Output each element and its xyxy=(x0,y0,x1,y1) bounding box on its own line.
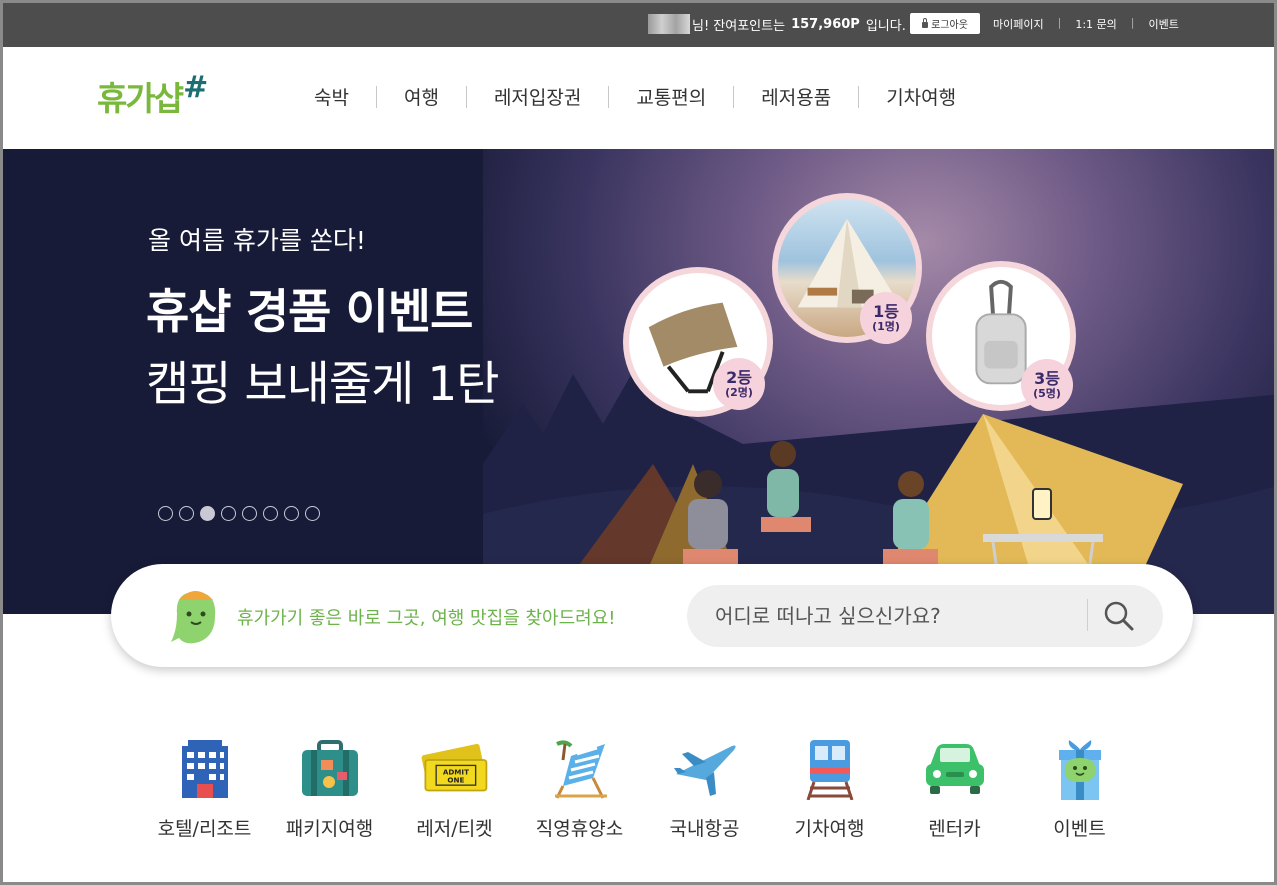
slide-dot[interactable] xyxy=(263,506,278,521)
category-label: 렌터카 xyxy=(928,818,981,840)
gift-icon xyxy=(1058,740,1101,800)
car-icon xyxy=(925,744,984,794)
points-balance: 157,960P xyxy=(791,16,860,32)
slide-dot[interactable] xyxy=(284,506,299,521)
event-link[interactable]: 이벤트 xyxy=(1149,16,1179,32)
category-label: 직영휴양소 xyxy=(535,818,624,840)
user-greeting: 님! 잔여포인트는 157,960P 입니다. xyxy=(648,14,906,34)
svg-text:ONE: ONE xyxy=(447,775,464,784)
prize-1-rank: 1등 xyxy=(873,301,899,321)
inquiry-link[interactable]: 1:1 문의 xyxy=(1075,16,1116,32)
nav-item-transport[interactable]: 교통편의 xyxy=(609,83,733,110)
nav-item-lodging[interactable]: 숙박 xyxy=(287,83,376,110)
link-separator: | xyxy=(1130,16,1135,29)
search-card: 휴가가기 좋은 바로 그곳, 여행 맛집을 찾아드려요! xyxy=(111,564,1193,667)
search-box xyxy=(687,585,1163,647)
category-label: 패키지여행 xyxy=(285,818,374,840)
greeting-end: 입니다. xyxy=(865,18,906,34)
category-label: 국내항공 xyxy=(669,818,740,840)
category-train-travel[interactable]: 기차여행 xyxy=(767,736,892,841)
hero-title: 휴샵 경품 이벤트 xyxy=(146,285,473,340)
logo-mark: # xyxy=(183,70,209,105)
category-event[interactable]: 이벤트 xyxy=(1017,736,1142,841)
lock-icon xyxy=(922,18,929,28)
logo-text: 휴가샵 xyxy=(97,79,184,118)
prize-3-count: (5명) xyxy=(1033,386,1061,400)
category-package-travel[interactable]: 패키지여행 xyxy=(267,736,392,841)
slide-dot[interactable] xyxy=(305,506,320,521)
greeting-text: 님! 잔여포인트는 xyxy=(692,18,786,34)
nav-item-leisure-goods[interactable]: 레저용품 xyxy=(734,83,858,110)
prize-2-rank: 2등 xyxy=(726,367,752,387)
slide-dot[interactable] xyxy=(179,506,194,521)
site-logo[interactable]: 휴가샵 # xyxy=(97,71,208,127)
top-utility-bar: 님! 잔여포인트는 157,960P 입니다. 로그아웃 마이페이지 | 1:1… xyxy=(0,0,1277,47)
prize-1-count: (1명) xyxy=(872,319,900,333)
category-label: 이벤트 xyxy=(1053,818,1106,840)
nav-item-travel[interactable]: 여행 xyxy=(377,83,466,110)
category-label: 레저/티켓 xyxy=(416,818,493,840)
logout-button[interactable]: 로그아웃 xyxy=(910,13,980,34)
slide-dot[interactable] xyxy=(158,506,173,521)
ticket-icon: ADMIT ONE xyxy=(421,743,487,792)
category-hotel-resort[interactable]: 호텔/리조트 xyxy=(142,736,267,841)
mascot-character-icon xyxy=(171,591,216,644)
logout-label: 로그아웃 xyxy=(931,20,968,31)
search-icon[interactable] xyxy=(1099,596,1139,636)
category-resort-facility[interactable]: 직영휴양소 xyxy=(517,736,642,841)
search-divider xyxy=(1087,599,1088,631)
train-icon xyxy=(806,740,853,800)
search-message: 휴가가기 좋은 바로 그곳, 여행 맛집을 찾아드려요! xyxy=(237,608,616,629)
suitcase-icon xyxy=(301,740,358,796)
nav-item-train-travel[interactable]: 기차여행 xyxy=(859,83,983,110)
category-domestic-flights[interactable]: 국내항공 xyxy=(642,736,767,841)
site-header: 휴가샵 # 숙박 여행 레저입장권 교통편의 레저용품 기차여행 xyxy=(0,47,1277,149)
hotel-icon xyxy=(181,740,228,798)
category-rent-car[interactable]: 렌터카 xyxy=(892,736,1017,841)
slide-indicators xyxy=(158,506,320,521)
slide-dot[interactable] xyxy=(221,506,236,521)
slide-dot[interactable] xyxy=(242,506,257,521)
hero-banner[interactable]: 올 여름 휴가를 쏜다! 휴샵 경품 이벤트 캠핑 보내줄게 1탄 1등 (1명… xyxy=(3,149,1274,614)
blurred-username xyxy=(648,14,690,34)
prize-3-badge: 3등 (5명) xyxy=(1021,359,1073,411)
prize-3-rank: 3등 xyxy=(1034,368,1060,388)
hero-title-line2: 캠핑 보내줄게 1탄 xyxy=(146,357,499,412)
prize-2-badge: 2등 (2명) xyxy=(713,358,765,410)
slide-dot-active[interactable] xyxy=(200,506,215,521)
category-menu: 호텔/리조트 패키지여행 ADMIT ONE 레저/티켓 직영휴양소 국내항공 … xyxy=(142,736,1142,841)
category-leisure-ticket[interactable]: ADMIT ONE 레저/티켓 xyxy=(392,736,517,841)
airplane-icon xyxy=(673,745,736,796)
search-input[interactable] xyxy=(715,585,1075,647)
link-separator: | xyxy=(1057,16,1062,29)
hero-subtitle: 올 여름 휴가를 쏜다! xyxy=(148,226,366,255)
mypage-link[interactable]: 마이페이지 xyxy=(993,16,1044,32)
top-links: 마이페이지 | 1:1 문의 | 이벤트 xyxy=(993,16,1179,32)
beach-chair-icon xyxy=(554,740,607,799)
category-label: 호텔/리조트 xyxy=(157,818,252,840)
nav-item-leisure-tickets[interactable]: 레저입장권 xyxy=(467,83,608,110)
prize-1-badge: 1등 (1명) xyxy=(860,292,912,344)
prize-2-count: (2명) xyxy=(725,385,753,399)
category-label: 기차여행 xyxy=(794,818,865,840)
main-nav: 숙박 여행 레저입장권 교통편의 레저용품 기차여행 xyxy=(287,83,983,110)
